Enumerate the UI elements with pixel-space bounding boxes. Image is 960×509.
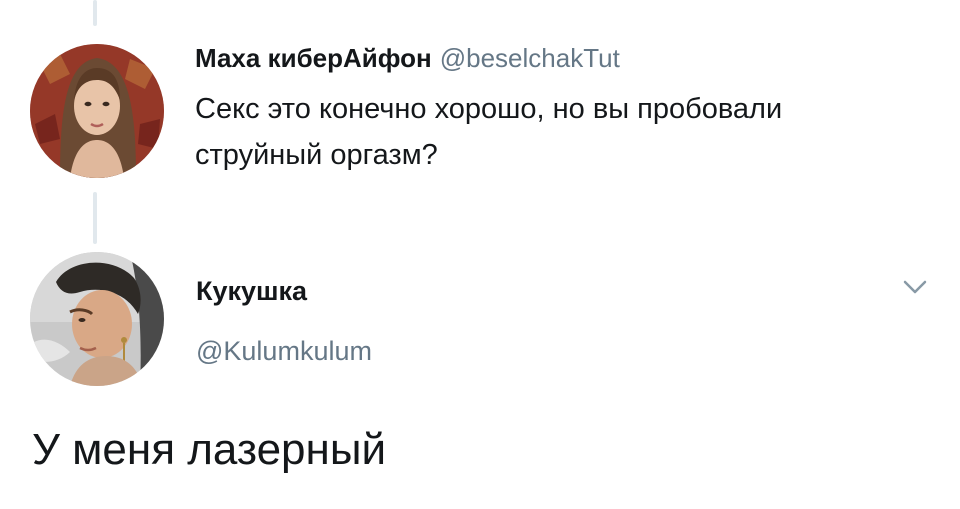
username-handle[interactable]: @Kulumkulum xyxy=(196,336,372,367)
parent-tweet-text: Секс это конечно хорошо, но вы пробовали… xyxy=(195,93,783,171)
avatar[interactable] xyxy=(30,252,164,386)
avatar-person-photo xyxy=(30,252,164,386)
username-handle[interactable]: @beselchakTut xyxy=(440,43,620,73)
parent-tweet-header: Маха киберАйфон @beselchakTut xyxy=(195,41,620,75)
display-name[interactable]: Кукушка xyxy=(196,276,307,307)
avatar[interactable] xyxy=(30,44,164,178)
tweet-menu-button[interactable] xyxy=(900,276,930,298)
thread-line-connector xyxy=(93,192,97,244)
thread-line-top xyxy=(93,0,97,26)
reply-tweet-text: У меня лазерный xyxy=(32,425,387,474)
chevron-down-icon xyxy=(903,280,927,294)
avatar-woman-photo xyxy=(30,44,164,178)
display-name[interactable]: Маха киберАйфон xyxy=(195,43,432,73)
